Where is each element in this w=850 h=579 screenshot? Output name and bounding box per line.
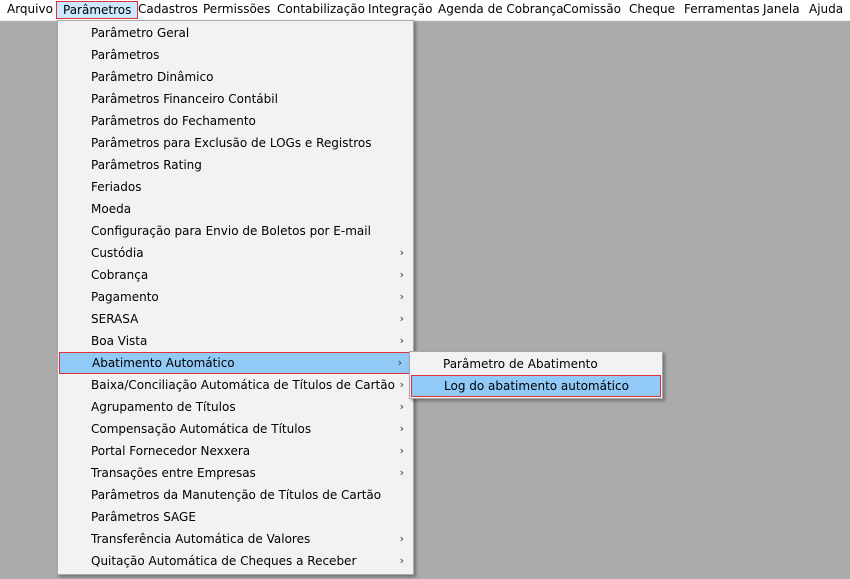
menu-item-label: Abatimento Automático: [92, 356, 235, 370]
menu-parametros[interactable]: Parâmetros: [56, 1, 139, 19]
menu-item-label: Parâmetro Dinâmico: [91, 70, 214, 84]
menu-item-parametros-exclusao-logs[interactable]: Parâmetros para Exclusão de LOGs e Regis…: [58, 132, 413, 154]
menu-item-serasa[interactable]: SERASA ›: [58, 308, 413, 330]
menu-item-label: Configuração para Envio de Boletos por E…: [91, 224, 371, 238]
menu-item-label: Portal Fornecedor Nexxera: [91, 444, 251, 458]
submenu-arrow-icon: ›: [399, 532, 404, 545]
submenu-item-parametro-abatimento[interactable]: Parâmetro de Abatimento: [410, 353, 662, 375]
menu-item-label: Custódia: [91, 246, 144, 260]
menu-item-label: Feriados: [91, 180, 142, 194]
menu-ajuda[interactable]: Ajuda: [803, 1, 849, 19]
menu-item-label: Baixa/Conciliação Automática de Títulos …: [91, 378, 395, 392]
menu-contabilizacao[interactable]: Contabilização: [271, 1, 371, 19]
menu-item-parametros[interactable]: Parâmetros: [58, 44, 413, 66]
menu-item-abatimento-automatico[interactable]: Abatimento Automático ›: [59, 352, 412, 374]
submenu-arrow-icon: ›: [399, 444, 404, 457]
menu-item-custodia[interactable]: Custódia ›: [58, 242, 413, 264]
submenu-arrow-icon: ›: [397, 356, 402, 369]
menu-item-baixa-conciliacao-cartao[interactable]: Baixa/Conciliação Automática de Títulos …: [58, 374, 413, 396]
menu-item-label: SERASA: [91, 312, 139, 326]
menu-integracao[interactable]: Integração: [362, 1, 438, 19]
menu-item-feriados[interactable]: Feriados: [58, 176, 413, 198]
menu-comissao[interactable]: Comissão: [557, 1, 627, 19]
menu-item-label: Parâmetros do Fechamento: [91, 114, 256, 128]
menu-item-label: Parâmetros: [91, 48, 160, 62]
submenu-arrow-icon: ›: [399, 312, 404, 325]
menu-item-label: Parâmetros da Manutenção de Títulos de C…: [91, 488, 382, 502]
menu-item-boa-vista[interactable]: Boa Vista ›: [58, 330, 413, 352]
menu-item-label: Boa Vista: [91, 334, 148, 348]
submenu-item-label: Log do abatimento automático: [444, 379, 629, 393]
menu-arquivo[interactable]: Arquivo: [1, 1, 59, 19]
menu-item-label: Quitação Automática de Cheques a Receber: [91, 554, 357, 568]
menu-item-portal-fornecedor-nexxera[interactable]: Portal Fornecedor Nexxera ›: [58, 440, 413, 462]
menu-item-label: Parâmetros Financeiro Contábil: [91, 92, 278, 106]
menu-ferramentas[interactable]: Ferramentas: [678, 1, 766, 19]
menu-permissoes[interactable]: Permissões: [197, 1, 276, 19]
menu-item-parametro-dinamico[interactable]: Parâmetro Dinâmico: [58, 66, 413, 88]
submenu-arrow-icon: ›: [399, 554, 404, 567]
menu-item-parametros-rating[interactable]: Parâmetros Rating: [58, 154, 413, 176]
menu-item-label: Transferência Automática de Valores: [91, 532, 311, 546]
menu-item-label: Parâmetros para Exclusão de LOGs e Regis…: [91, 136, 372, 150]
menu-item-label: Cobrança: [91, 268, 149, 282]
menu-item-configuracao-boletos-email[interactable]: Configuração para Envio de Boletos por E…: [58, 220, 413, 242]
menu-agenda-de-cobranca[interactable]: Agenda de Cobrança: [432, 1, 570, 19]
menu-item-label: Pagamento: [91, 290, 159, 304]
submenu-arrow-icon: ›: [399, 290, 404, 303]
submenu-arrow-icon: ›: [399, 334, 404, 347]
menu-item-label: Parâmetro Geral: [91, 26, 190, 40]
menu-item-transacoes-entre-empresas[interactable]: Transações entre Empresas ›: [58, 462, 413, 484]
menu-cadastros[interactable]: Cadastros: [132, 1, 204, 19]
submenu-arrow-icon: ›: [399, 246, 404, 259]
menu-item-label: Parâmetros SAGE: [91, 510, 196, 524]
menu-item-label: Transações entre Empresas: [91, 466, 256, 480]
menu-janela[interactable]: Janela: [757, 1, 806, 19]
menu-item-parametros-manutencao-cartao[interactable]: Parâmetros da Manutenção de Títulos de C…: [58, 484, 413, 506]
menu-item-compensacao-automatica[interactable]: Compensação Automática de Títulos ›: [58, 418, 413, 440]
menu-item-agrupamento-titulos[interactable]: Agrupamento de Títulos ›: [58, 396, 413, 418]
menu-item-transferencia-automatica[interactable]: Transferência Automática de Valores ›: [58, 528, 413, 550]
menu-item-parametros-sage[interactable]: Parâmetros SAGE: [58, 506, 413, 528]
menu-item-cobranca[interactable]: Cobrança ›: [58, 264, 413, 286]
submenu-arrow-icon: ›: [399, 268, 404, 281]
submenu-arrow-icon: ›: [399, 400, 404, 413]
menu-item-label: Moeda: [91, 202, 132, 216]
menu-item-label: Compensação Automática de Títulos: [91, 422, 312, 436]
abatimento-submenu: Parâmetro de Abatimento Log do abatiment…: [409, 351, 663, 399]
menu-item-parametros-financeiro-contabil[interactable]: Parâmetros Financeiro Contábil: [58, 88, 413, 110]
menu-item-parametros-do-fechamento[interactable]: Parâmetros do Fechamento: [58, 110, 413, 132]
menu-item-pagamento[interactable]: Pagamento ›: [58, 286, 413, 308]
menu-bar: Arquivo Parâmetros Cadastros Permissões …: [0, 0, 850, 21]
menu-item-parametro-geral[interactable]: Parâmetro Geral: [58, 22, 413, 44]
submenu-item-label: Parâmetro de Abatimento: [443, 357, 598, 371]
submenu-arrow-icon: ›: [399, 378, 404, 391]
menu-item-quitacao-cheques[interactable]: Quitação Automática de Cheques a Receber…: [58, 550, 413, 572]
parametros-dropdown: Parâmetro Geral Parâmetros Parâmetro Din…: [57, 20, 414, 575]
submenu-arrow-icon: ›: [399, 422, 404, 435]
menu-cheque[interactable]: Cheque: [623, 1, 681, 19]
menu-item-label: Agrupamento de Títulos: [91, 400, 236, 414]
submenu-item-log-abatimento[interactable]: Log do abatimento automático: [411, 375, 661, 397]
menu-item-moeda[interactable]: Moeda: [58, 198, 413, 220]
menu-item-label: Parâmetros Rating: [91, 158, 202, 172]
submenu-arrow-icon: ›: [399, 466, 404, 479]
